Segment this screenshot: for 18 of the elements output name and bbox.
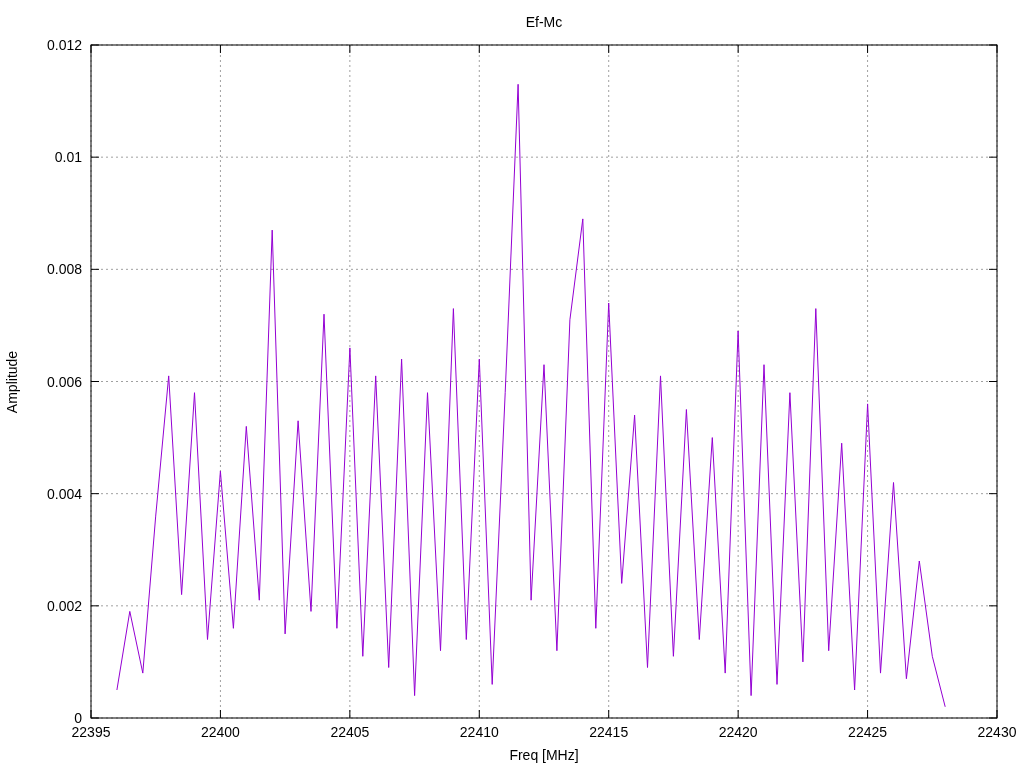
chart-title: Ef-Mc	[525, 14, 563, 30]
x-tick-label: 22425	[848, 724, 888, 740]
x-tick-label: 22405	[330, 724, 370, 740]
y-tick-label: 0.002	[46, 597, 82, 614]
y-tick-label: 0.01	[54, 149, 82, 166]
x-axis-title: Freq [MHz]	[509, 747, 579, 763]
x-tick-label: 22415	[589, 724, 629, 740]
y-tick-label: 0	[74, 710, 82, 726]
x-tick-label: 22410	[459, 724, 499, 740]
x-tick-label: 22420	[718, 724, 758, 740]
y-tick-label: 0.004	[46, 485, 82, 502]
x-tick-label: 22395	[71, 724, 111, 740]
x-tick-label: 22400	[200, 724, 240, 740]
x-tick-label: 22430	[977, 724, 1017, 740]
y-tick-label: 0.012	[46, 37, 82, 53]
y-axis-title: Amplitude	[4, 350, 20, 414]
y-tick-label: 0.006	[46, 373, 82, 390]
y-tick-label: 0.008	[46, 261, 82, 278]
